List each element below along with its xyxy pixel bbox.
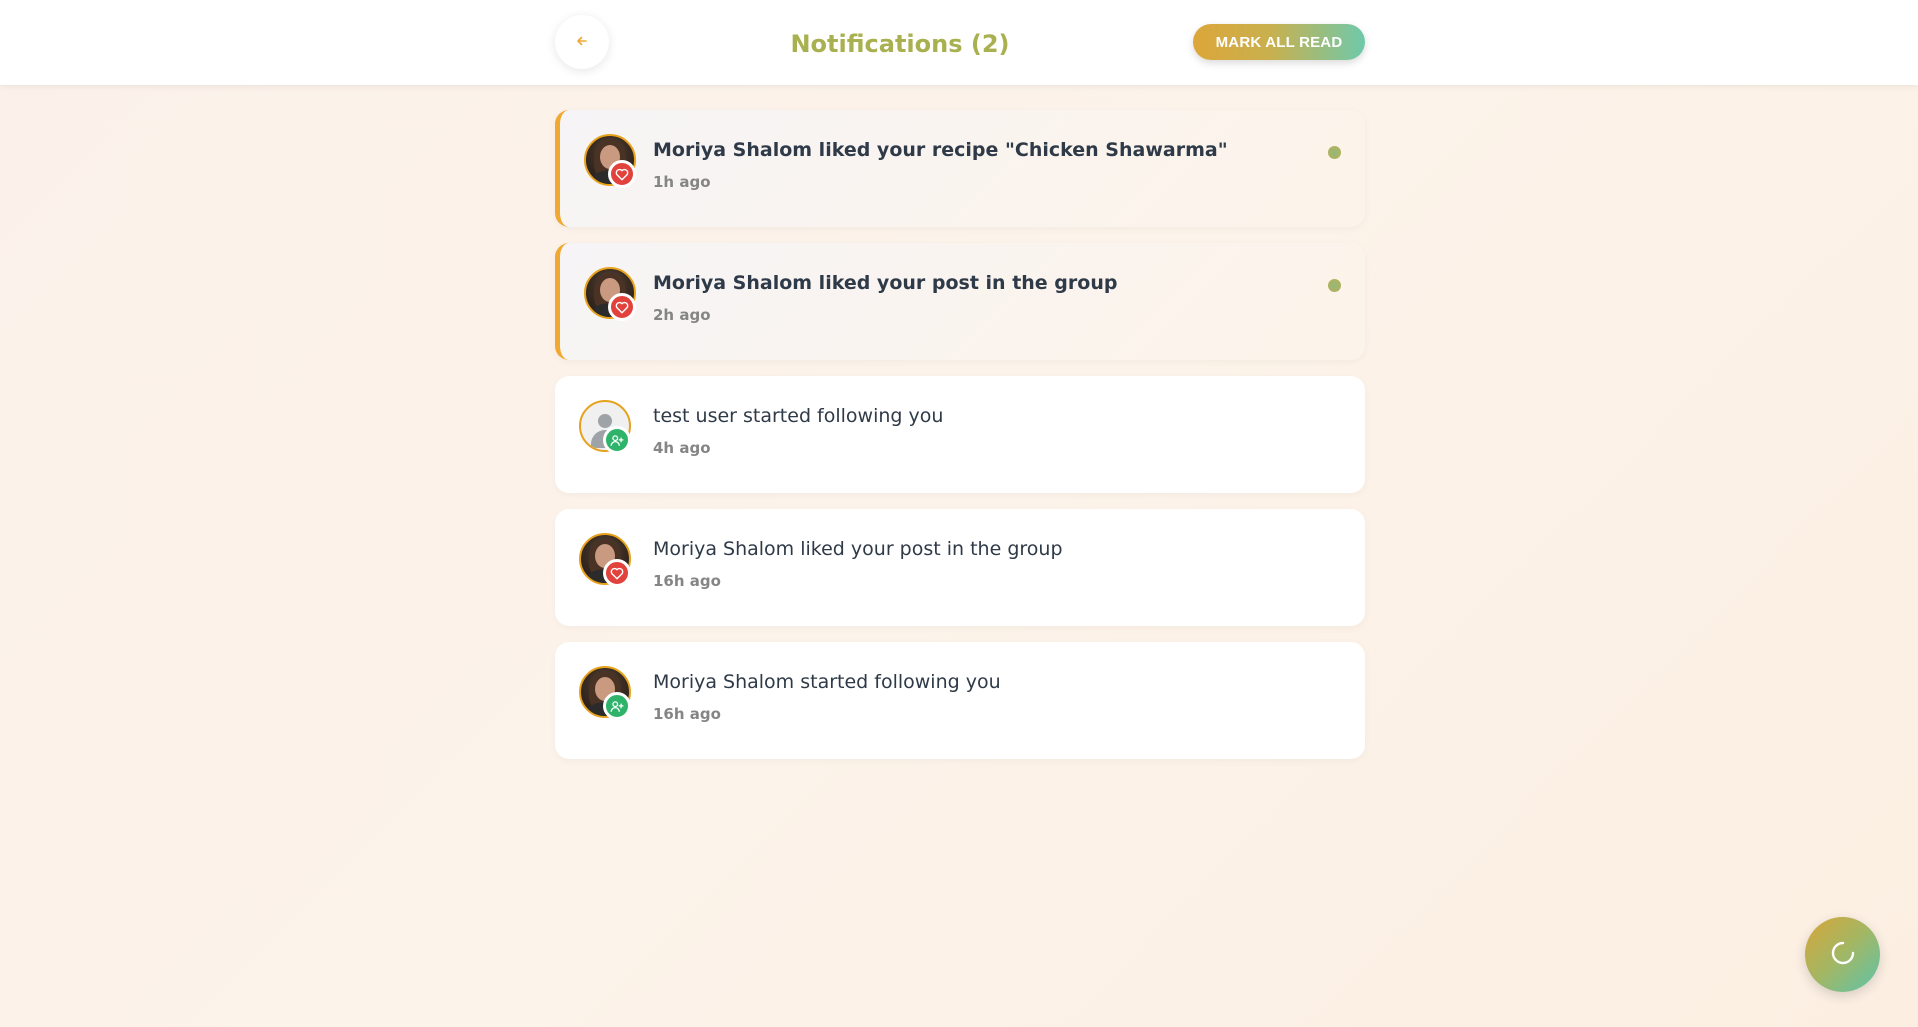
notification-item[interactable]: Moriya Shalom liked your post in the gro… <box>555 243 1365 360</box>
notification-item[interactable]: Moriya Shalom liked your post in the gro… <box>555 509 1365 626</box>
notification-item[interactable]: Moriya Shalom liked your recipe "Chicken… <box>555 110 1365 227</box>
notification-text: test user started following you <box>653 405 944 427</box>
notification-text: Moriya Shalom liked your post in the gro… <box>653 538 1063 560</box>
heart-icon <box>608 160 636 188</box>
notification-text: Moriya Shalom started following you <box>653 671 1001 693</box>
refresh-icon <box>1830 940 1856 970</box>
unread-dot <box>1328 279 1341 292</box>
heart-icon <box>603 559 631 587</box>
back-button[interactable] <box>555 15 609 69</box>
user-plus-icon <box>603 426 631 454</box>
notification-text: Moriya Shalom liked your recipe "Chicken… <box>653 139 1228 161</box>
unread-dot <box>1328 146 1341 159</box>
notification-item[interactable]: Moriya Shalom started following you 16h … <box>555 642 1365 759</box>
heart-icon <box>608 293 636 321</box>
arrow-left-icon <box>575 33 589 52</box>
refresh-button[interactable] <box>1805 917 1880 992</box>
notification-time: 16h ago <box>653 572 721 590</box>
notification-time: 1h ago <box>653 173 711 191</box>
notification-time: 4h ago <box>653 439 711 457</box>
notification-time: 16h ago <box>653 705 721 723</box>
notification-list: Moriya Shalom liked your recipe "Chicken… <box>555 110 1365 775</box>
notification-time: 2h ago <box>653 306 711 324</box>
mark-all-read-button[interactable]: MARK ALL READ <box>1193 24 1365 60</box>
top-bar: Notifications (2) MARK ALL READ <box>0 0 1918 85</box>
notification-text: Moriya Shalom liked your post in the gro… <box>653 272 1118 294</box>
notification-item[interactable]: test user started following you 4h ago <box>555 376 1365 493</box>
page-title: Notifications (2) <box>790 30 1010 58</box>
user-plus-icon <box>603 692 631 720</box>
